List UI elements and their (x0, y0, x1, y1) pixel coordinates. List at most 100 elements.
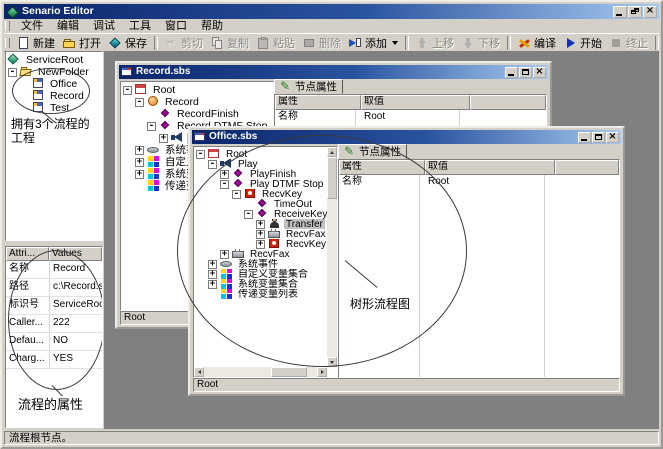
scrollbar-thumb[interactable] (327, 157, 337, 199)
tree-item[interactable]: Office (6, 78, 102, 90)
toolbar-copy-button[interactable]: 复制 (207, 35, 253, 50)
expand-toggle[interactable]: + (135, 158, 144, 167)
toolbar-open-folder-button[interactable]: 打开 (59, 35, 105, 50)
record-window-title-bar[interactable]: Record.sbs (119, 65, 548, 79)
collapse-toggle[interactable]: - (123, 86, 132, 95)
column-header[interactable]: 取值 (425, 160, 555, 175)
menu-item-3[interactable]: 调试 (87, 20, 121, 33)
toolbar-arrow-down-button[interactable]: 下移 (458, 35, 504, 50)
tree-item[interactable]: -Play DTMF Stop (194, 179, 327, 189)
collapse-toggle[interactable]: - (8, 68, 17, 77)
toolbar-delete-button[interactable]: 删除 (299, 35, 345, 50)
minimize-button[interactable] (578, 132, 591, 143)
menu-item-6[interactable]: 帮助 (195, 20, 229, 33)
expand-toggle[interactable]: + (256, 220, 265, 229)
minimize-button[interactable] (613, 6, 627, 18)
table-row[interactable]: 名称Root (275, 110, 546, 123)
tree-item[interactable]: -Record (121, 96, 273, 108)
expand-toggle[interactable]: + (256, 230, 265, 239)
tree-item[interactable]: 传递变量列表 (194, 289, 327, 299)
tree-item[interactable]: -NewFolder (6, 66, 102, 78)
expand-toggle[interactable]: + (135, 170, 144, 179)
tree-item[interactable]: TimeOut (194, 199, 327, 209)
tree-item[interactable]: +系统变量集合 (194, 279, 327, 289)
collapse-toggle[interactable]: - (220, 180, 229, 189)
menu-item-2[interactable]: 编辑 (51, 20, 85, 33)
scroll-down-button[interactable] (327, 357, 337, 367)
tree-item[interactable]: +PlayFinish (194, 169, 327, 179)
close-button[interactable] (643, 6, 657, 18)
expand-toggle[interactable]: + (256, 240, 265, 249)
expand-toggle[interactable]: + (159, 134, 168, 143)
tab-node-properties[interactable]: 节点属性 (274, 79, 343, 94)
tree-item[interactable]: +RecvFax (194, 249, 327, 259)
tree-item[interactable]: +RecvKey (194, 239, 327, 249)
dropdown-caret-icon[interactable] (392, 41, 398, 45)
table-row[interactable]: 名称Root (339, 175, 619, 188)
tree-item[interactable]: +Transfer (194, 219, 327, 229)
column-header[interactable] (555, 160, 619, 175)
collapse-toggle[interactable]: - (147, 122, 156, 131)
scrollbar-thumb[interactable] (271, 367, 307, 377)
table-row[interactable]: Caller...222 (6, 315, 102, 333)
tree-item[interactable]: -Root (194, 149, 327, 159)
horizontal-scrollbar[interactable] (194, 367, 327, 377)
tree-item[interactable]: +RecvFax (194, 229, 327, 239)
collapse-toggle[interactable]: - (244, 210, 253, 219)
menu-item-5[interactable]: 窗口 (159, 20, 193, 33)
scroll-left-button[interactable] (194, 367, 204, 377)
close-button[interactable] (606, 132, 619, 143)
expand-toggle[interactable]: + (208, 280, 217, 289)
toolbar-add-button[interactable]: 添加 (345, 35, 402, 50)
menu-item-4[interactable]: 工具 (123, 20, 157, 33)
toolbar-compile-button[interactable]: 编译 (514, 35, 560, 50)
toolbar-play-button[interactable]: 开始 (560, 35, 606, 50)
toolbar-save-diamond-button[interactable]: 保存 (105, 35, 151, 50)
office-window-title-bar[interactable]: Office.sbs (192, 130, 621, 144)
maximize-button[interactable] (519, 67, 532, 78)
column-header[interactable] (470, 95, 546, 110)
menu-grip[interactable] (5, 21, 10, 31)
minimize-button[interactable] (505, 67, 518, 78)
tree-item[interactable]: -Root (121, 84, 273, 96)
column-header[interactable]: 属性 (275, 95, 361, 110)
scroll-right-button[interactable] (317, 367, 327, 377)
menu-item-1[interactable]: 文件 (15, 20, 49, 33)
collapse-toggle[interactable]: - (232, 190, 241, 199)
maximize-button[interactable] (592, 132, 605, 143)
tree-item[interactable]: -Play (194, 159, 327, 169)
toolbar-arrow-up-button[interactable]: 上移 (412, 35, 458, 50)
table-row[interactable]: Charg...YES (6, 351, 102, 369)
tree-item[interactable]: +系统事件 (194, 259, 327, 269)
toolbar-stop-button[interactable]: 终止 (606, 35, 652, 50)
expand-toggle[interactable]: + (208, 270, 217, 279)
tree-item[interactable]: -ReceiveKey Cor (194, 209, 327, 219)
toolbar-new-doc-button[interactable]: 新建 (13, 35, 59, 50)
collapse-toggle[interactable]: - (135, 98, 144, 107)
close-button[interactable] (533, 67, 546, 78)
scroll-up-button[interactable] (327, 147, 337, 157)
expand-toggle[interactable]: + (135, 146, 144, 155)
collapse-toggle[interactable]: - (208, 160, 217, 169)
column-header[interactable]: 取值 (361, 95, 470, 110)
table-row[interactable]: 标识号ServiceRoot/New... (6, 297, 102, 315)
tree-item[interactable]: -RecvKey (194, 189, 327, 199)
tab-node-properties[interactable]: 节点属性 (338, 144, 407, 159)
collapse-toggle[interactable]: - (196, 150, 205, 159)
table-row[interactable]: Defau...NO (6, 333, 102, 351)
tree-item[interactable]: Record (6, 90, 102, 102)
expand-toggle[interactable]: + (208, 260, 217, 269)
tree-item[interactable]: +自定义变量集合 (194, 269, 327, 279)
vertical-scrollbar[interactable] (327, 147, 337, 367)
toolbar-cut-button[interactable]: 剪切 (161, 35, 207, 50)
table-row[interactable]: 名称Record (6, 261, 102, 279)
column-header[interactable]: Attri... (6, 247, 49, 261)
toolbar-paste-button[interactable]: 粘贴 (253, 35, 299, 50)
tree-item[interactable]: RecordFinish (121, 108, 273, 120)
column-header[interactable]: Values (49, 247, 102, 261)
tree-item[interactable]: ServiceRoot (6, 54, 102, 66)
tree-item[interactable]: Test (6, 102, 102, 114)
expand-toggle[interactable]: + (220, 170, 229, 179)
table-row[interactable]: 路径c:\Record.sbs (6, 279, 102, 297)
restore-button[interactable] (628, 6, 642, 18)
